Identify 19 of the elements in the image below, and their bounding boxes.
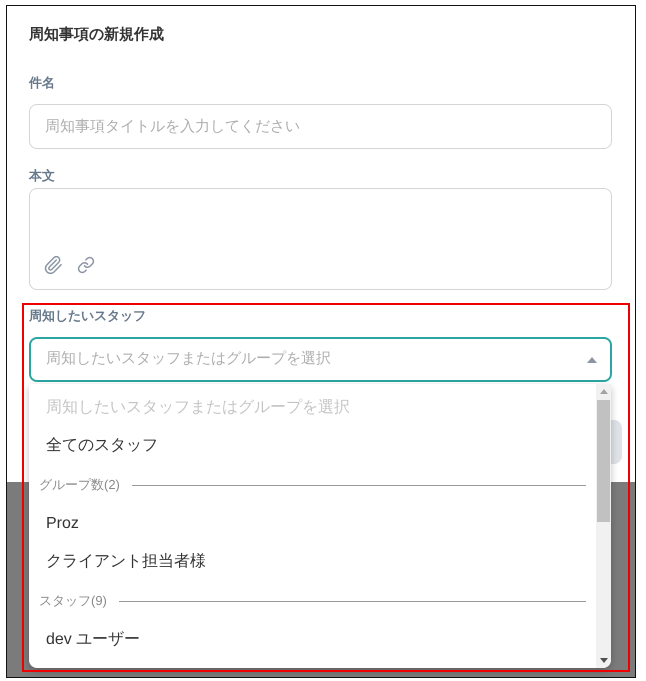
body-textarea[interactable]	[29, 188, 612, 290]
caret-up-icon	[587, 356, 597, 362]
dialog-title: 周知事項の新規作成	[29, 26, 164, 44]
group-header: スタッフ(9)	[39, 592, 107, 610]
field-label: 本文	[29, 168, 55, 184]
group-header: グループ数(2)	[39, 476, 120, 494]
scrollbar-thumb[interactable]	[597, 400, 610, 522]
scroll-down-icon[interactable]	[600, 658, 608, 663]
dropdown-option[interactable]: Proz	[29, 505, 596, 543]
dropdown-option[interactable]: 全てのスタッフ	[29, 427, 596, 465]
title-input[interactable]: 周知事項タイトルを入力してください	[29, 104, 612, 149]
scroll-up-icon[interactable]	[600, 389, 608, 394]
field-label: 件名	[29, 75, 55, 91]
link-icon[interactable]	[75, 256, 97, 274]
dropdown-option[interactable]: クライアント担当者様	[29, 543, 596, 581]
field-label: 周知したいスタッフ	[29, 308, 146, 324]
paperclip-icon[interactable]	[43, 254, 63, 276]
scrollbar[interactable]	[596, 384, 611, 668]
dropdown-option[interactable]: dev ユーザー	[29, 621, 596, 659]
